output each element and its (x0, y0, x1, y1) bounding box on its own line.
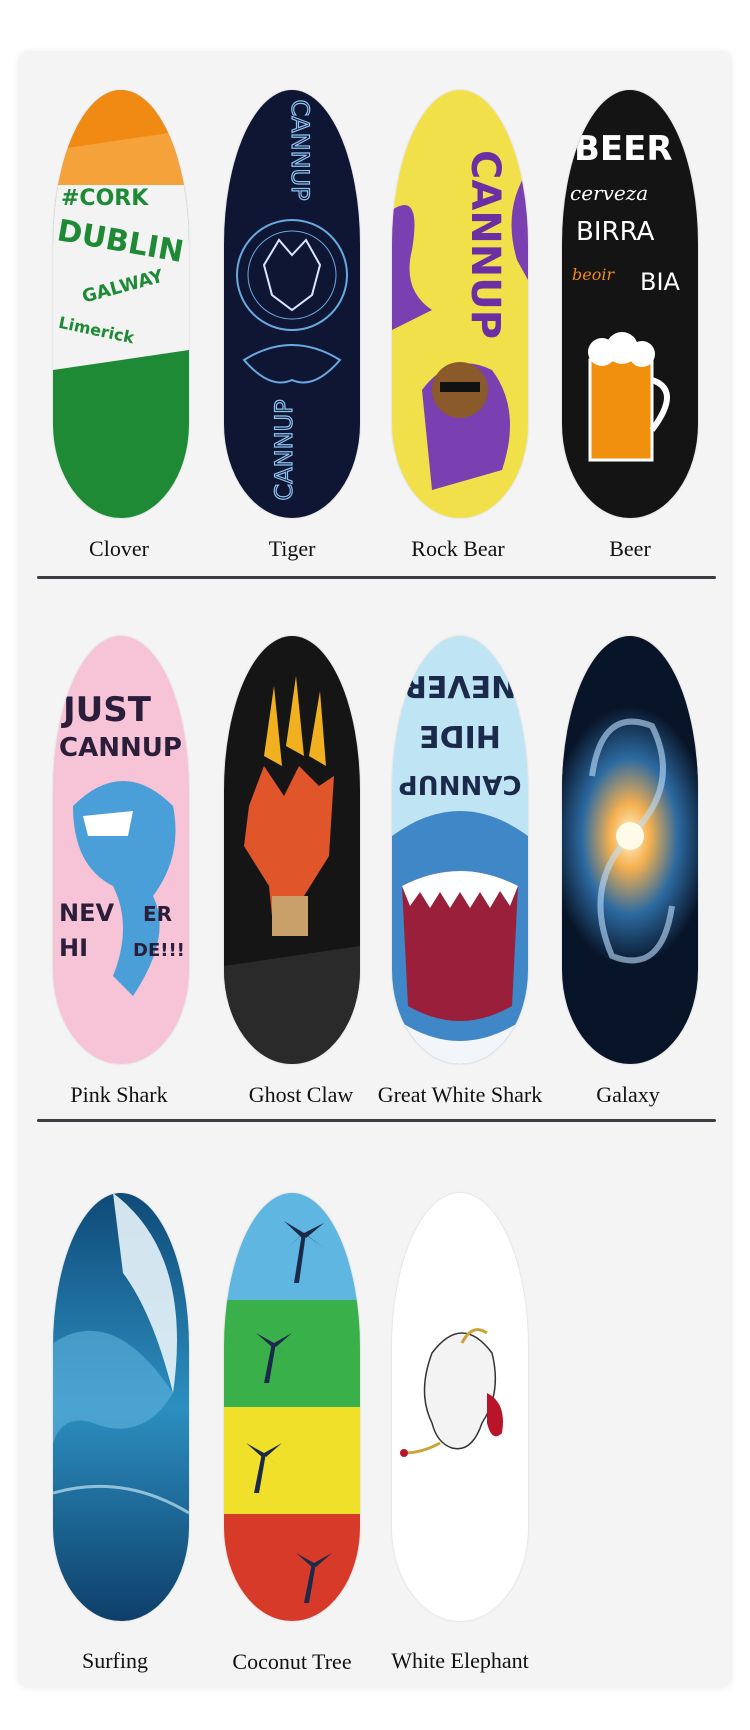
deck-text: NEV (59, 899, 114, 927)
deck-text: CANNUP (59, 733, 182, 763)
deck-image-coconut-tree[interactable] (224, 1193, 360, 1621)
product-label[interactable]: Rock Bear (363, 536, 553, 562)
deck-image-great-white-shark[interactable]: NEVER HIDE CANNUP (392, 636, 528, 1064)
deck-text: ER (143, 902, 172, 926)
deck-text: NEVER (404, 668, 516, 703)
deck-text: BEER (574, 129, 673, 169)
product-label[interactable]: Galaxy (533, 1082, 723, 1108)
product-label[interactable]: Great White Shark (365, 1082, 555, 1108)
product-label[interactable]: Clover (24, 536, 214, 562)
product-label[interactable]: Tiger (197, 536, 387, 562)
deck-text: CANNUP (270, 399, 298, 500)
deck-text: CANNUP (286, 99, 314, 200)
deck-image-galaxy[interactable] (562, 636, 698, 1064)
deck-text: JUST (61, 690, 152, 730)
deck-image-pink-shark[interactable]: JUST CANNUP NEV ER HI DE!!! (53, 636, 189, 1064)
product-label[interactable]: Coconut Tree (197, 1649, 387, 1675)
deck-image-clover[interactable]: #CORK DUBLIN GALWAY Limerick (53, 90, 189, 518)
product-label[interactable]: Surfing (20, 1648, 210, 1674)
deck-image-surfing[interactable] (53, 1193, 189, 1621)
deck-text: beoir (572, 265, 615, 284)
deck-image-rock-bear[interactable]: CANNUP (392, 90, 528, 518)
row-divider (37, 1119, 716, 1122)
product-label[interactable]: Pink Shark (24, 1082, 214, 1108)
deck-image-white-elephant[interactable] (392, 1193, 528, 1621)
deck-text: BIA (640, 268, 681, 296)
deck-text: BIRRA (576, 217, 655, 247)
product-label[interactable]: Beer (535, 536, 725, 562)
deck-text: cerveza (570, 181, 648, 205)
deck-text: HI (59, 934, 88, 962)
row-divider (37, 576, 716, 579)
deck-text: DE!!! (133, 940, 185, 961)
deck-text: HIDE (419, 718, 501, 753)
deck-image-beer[interactable]: BEER cerveza BIRRA beoir BIA (562, 90, 698, 518)
deck-image-ghost-claw[interactable] (224, 636, 360, 1064)
deck-text: #CORK (61, 186, 149, 211)
deck-image-tiger[interactable]: CANNUP CANNUP (224, 90, 360, 518)
product-label[interactable]: White Elephant (365, 1648, 555, 1674)
deck-text: CANNUP (462, 150, 508, 339)
deck-text: CANNUP (399, 769, 522, 799)
